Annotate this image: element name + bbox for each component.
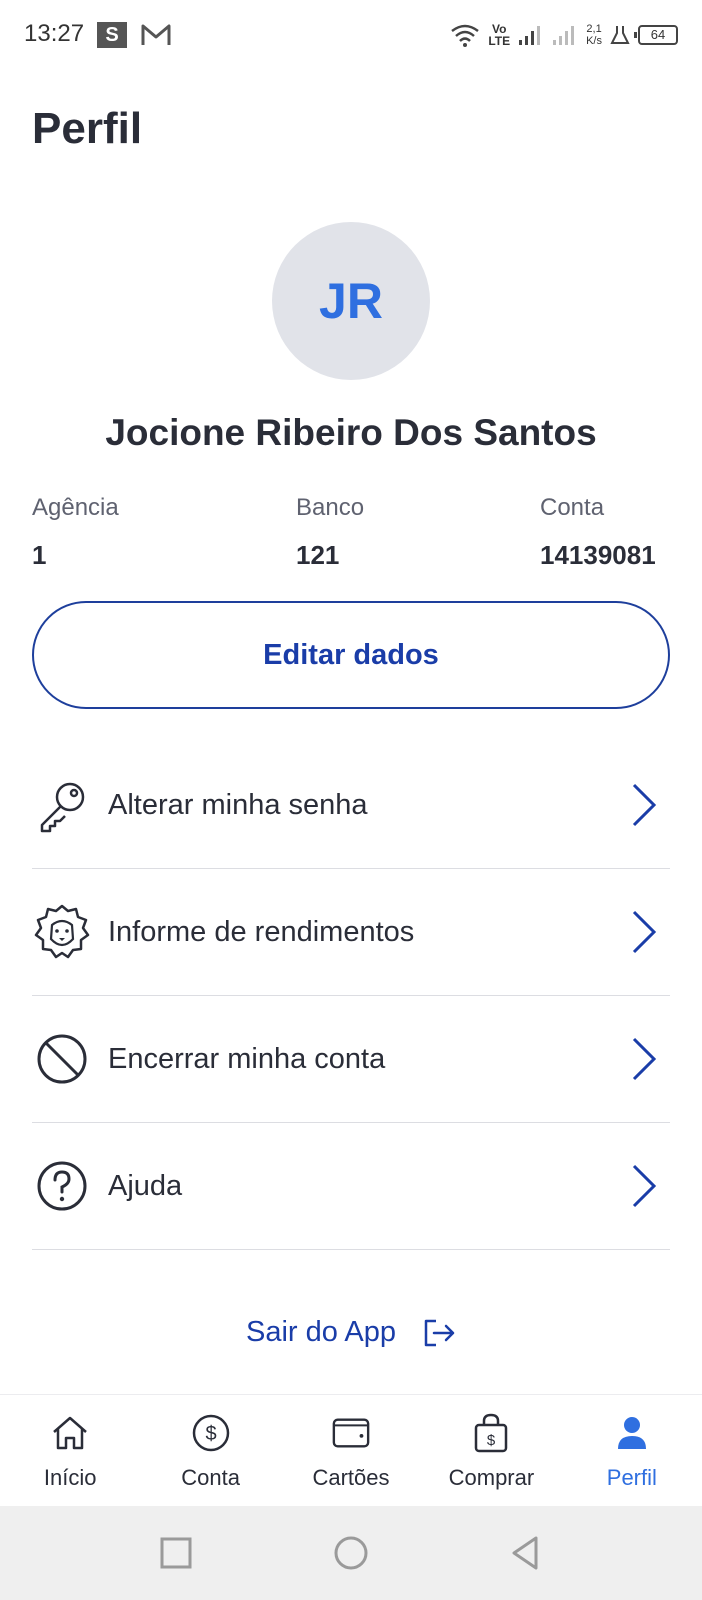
chevron-right-icon (632, 1037, 657, 1081)
logout-label: Sair do App (246, 1316, 396, 1348)
home-icon (50, 1413, 90, 1453)
menu-item-label: Informe de rendimentos (108, 915, 415, 948)
logout-icon (424, 1319, 455, 1346)
gmail-icon (141, 24, 171, 45)
dollar-circle-icon: $ (191, 1413, 231, 1453)
nav-label: Início (43, 1465, 97, 1490)
bottom-nav: Início $ Conta Cartões $ Comprar Perfil (0, 1394, 702, 1506)
signal-icon (519, 26, 541, 45)
menu-item-help[interactable]: Ajuda (32, 1123, 670, 1250)
account-info: Conta 14139081 (540, 494, 656, 571)
avatar: JR (272, 222, 430, 380)
logout-button[interactable]: Sair do App (0, 1316, 702, 1349)
nav-item-shop[interactable]: $ Comprar (421, 1395, 561, 1506)
system-nav-bar (0, 1506, 702, 1600)
chevron-right-icon (632, 783, 657, 827)
status-indicators: Vo LTE 2,1 K/s 64 (450, 18, 678, 52)
bank-value: 121 (296, 540, 340, 570)
menu-item-label: Ajuda (108, 1169, 183, 1202)
status-bar: 13:27 S Vo LTE 2,1 K/s 64 (0, 0, 702, 72)
status-time: 13:27 (24, 20, 85, 47)
chevron-right-icon (632, 910, 657, 954)
account-label: Conta (540, 494, 605, 521)
nav-label: Cartões (312, 1465, 390, 1490)
edit-data-button[interactable]: Editar dados (32, 601, 670, 709)
battery-icon: 64 (634, 25, 678, 45)
wifi-icon (451, 24, 480, 47)
key-icon (32, 775, 92, 835)
nav-item-account[interactable]: $ Conta (140, 1395, 280, 1506)
menu-item-income-report[interactable]: Informe de rendimentos (32, 869, 670, 996)
agency-value: 1 (32, 540, 47, 570)
svg-text:$: $ (487, 1432, 496, 1449)
page-title: Perfil (32, 104, 143, 153)
menu-item-label: Alterar minha senha (108, 788, 368, 821)
s-app-icon: S (97, 22, 127, 48)
network-speed: 2,1 K/s (586, 23, 602, 47)
account-value: 14139081 (540, 540, 656, 570)
shopping-bag-icon: $ (471, 1413, 511, 1453)
svg-text:$: $ (205, 1423, 216, 1445)
person-icon (612, 1413, 652, 1453)
wallet-icon (331, 1413, 371, 1453)
volte-indicator: Vo LTE (488, 22, 511, 48)
chevron-right-icon (632, 1164, 657, 1208)
nav-label: Comprar (448, 1465, 535, 1490)
agency-label: Agência (32, 494, 119, 521)
menu-item-change-password[interactable]: Alterar minha senha (32, 742, 670, 869)
profile-menu: Alterar minha senha Informe de rendiment… (32, 742, 670, 1250)
nav-item-home[interactable]: Início (0, 1395, 140, 1506)
user-name: Jocione Ribeiro Dos Santos (105, 412, 597, 453)
menu-item-close-account[interactable]: Encerrar minha conta (32, 996, 670, 1123)
recents-button[interactable] (158, 1535, 194, 1571)
agency-info: Agência 1 (32, 494, 119, 571)
lion-icon (32, 902, 92, 962)
nav-item-profile[interactable]: Perfil (562, 1395, 702, 1506)
bank-label: Banco (296, 494, 365, 521)
nav-label: Conta (181, 1465, 240, 1490)
home-button[interactable] (333, 1535, 369, 1571)
signal-2-icon (553, 26, 575, 45)
nav-label: Perfil (606, 1465, 657, 1490)
block-icon (32, 1029, 92, 1089)
nav-item-cards[interactable]: Cartões (281, 1395, 421, 1506)
bank-info: Banco 121 (296, 494, 364, 571)
menu-item-label: Encerrar minha conta (108, 1042, 386, 1075)
help-icon (32, 1156, 92, 1216)
back-button[interactable] (508, 1535, 544, 1571)
flask-icon (610, 26, 630, 44)
